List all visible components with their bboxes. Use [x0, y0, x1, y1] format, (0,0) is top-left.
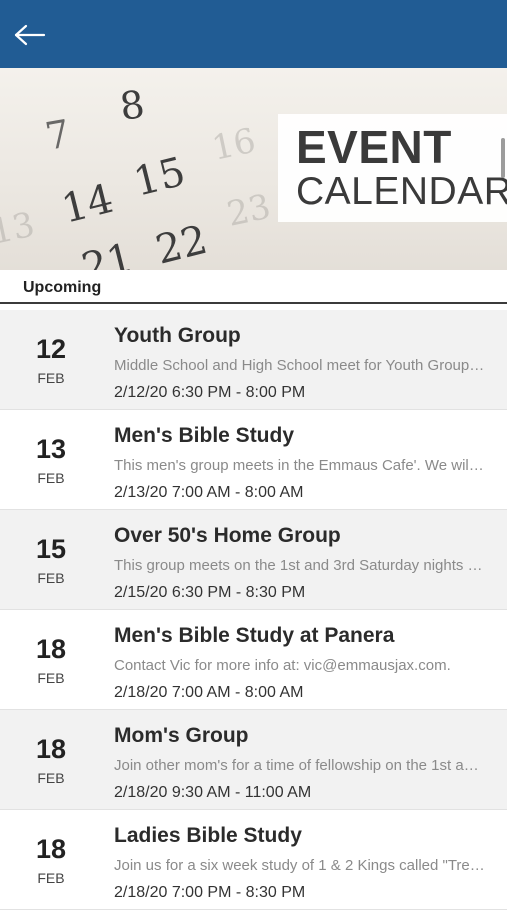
event-item[interactable]: 18 FEB Men's Bible Study at Panera Conta… — [0, 610, 507, 710]
event-title: Ladies Bible Study — [114, 824, 302, 847]
banner-number: 21 — [77, 235, 138, 270]
event-month: FEB — [37, 370, 65, 386]
event-time: 2/12/20 6:30 PM - 8:00 PM — [114, 384, 306, 401]
banner-title-event: EVENT — [296, 121, 452, 173]
event-item[interactable]: 18 FEB Mom's Group Join other mom's for … — [0, 710, 507, 810]
event-time: 2/18/20 9:30 AM - 11:00 AM — [114, 784, 312, 801]
banner-number: 22 — [151, 217, 212, 270]
arrow-left-icon — [14, 24, 46, 46]
app-header — [0, 0, 507, 68]
back-button[interactable] — [10, 18, 50, 52]
event-title: Over 50's Home Group — [114, 524, 341, 547]
event-title: Youth Group — [114, 324, 241, 347]
event-day: 18 — [35, 634, 67, 664]
event-title: Men's Bible Study at Panera — [114, 624, 395, 647]
event-description: This men's group meets in the Emmaus Caf… — [114, 457, 486, 474]
event-description: Middle School and High School meet for Y… — [114, 357, 486, 374]
event-month: FEB — [37, 570, 65, 586]
event-item[interactable]: 15 FEB Over 50's Home Group This group m… — [0, 510, 507, 610]
banner-number: 8 — [117, 82, 147, 129]
event-time: 2/15/20 6:30 PM - 8:30 PM — [114, 584, 306, 601]
banner-number: 7 — [42, 111, 73, 159]
event-month: FEB — [37, 870, 65, 886]
event-list: 12 FEB Youth Group Middle School and Hig… — [0, 310, 507, 910]
event-day: 18 — [35, 834, 67, 864]
event-month: FEB — [37, 670, 65, 686]
event-time: 2/18/20 7:00 PM - 8:30 PM — [114, 884, 306, 901]
event-month: FEB — [37, 770, 65, 786]
event-description: This group meets on the 1st and 3rd Satu… — [114, 557, 486, 574]
event-time: 2/13/20 7:00 AM - 8:00 AM — [114, 484, 304, 501]
banner-number: 15 — [129, 149, 190, 206]
banner-number: 13 — [0, 205, 38, 253]
event-time: 2/18/20 7:00 AM - 8:00 AM — [114, 684, 304, 701]
event-day: 13 — [35, 434, 67, 464]
banner-title-calendar: CALENDAR — [296, 170, 507, 213]
event-title: Mom's Group — [114, 724, 249, 747]
event-description: Join us for a six week study of 1 & 2 Ki… — [114, 857, 486, 874]
event-day: 15 — [35, 534, 67, 564]
event-day: 12 — [35, 334, 67, 364]
event-item[interactable]: 12 FEB Youth Group Middle School and Hig… — [0, 310, 507, 410]
event-month: FEB — [37, 470, 65, 486]
event-title: Men's Bible Study — [114, 424, 295, 447]
event-description: Contact Vic for more info at: vic@emmaus… — [114, 657, 451, 674]
banner-number: 16 — [209, 121, 260, 169]
event-day: 18 — [35, 734, 67, 764]
section-header: Upcoming — [0, 270, 507, 304]
banner-number: 14 — [57, 176, 118, 233]
event-item[interactable]: 18 FEB Ladies Bible Study Join us for a … — [0, 810, 507, 910]
event-description: Join other mom's for a time of fellowshi… — [114, 757, 486, 774]
banner-number: 23 — [224, 187, 275, 235]
section-title: Upcoming — [23, 279, 102, 296]
event-item[interactable]: 13 FEB Men's Bible Study This men's grou… — [0, 410, 507, 510]
